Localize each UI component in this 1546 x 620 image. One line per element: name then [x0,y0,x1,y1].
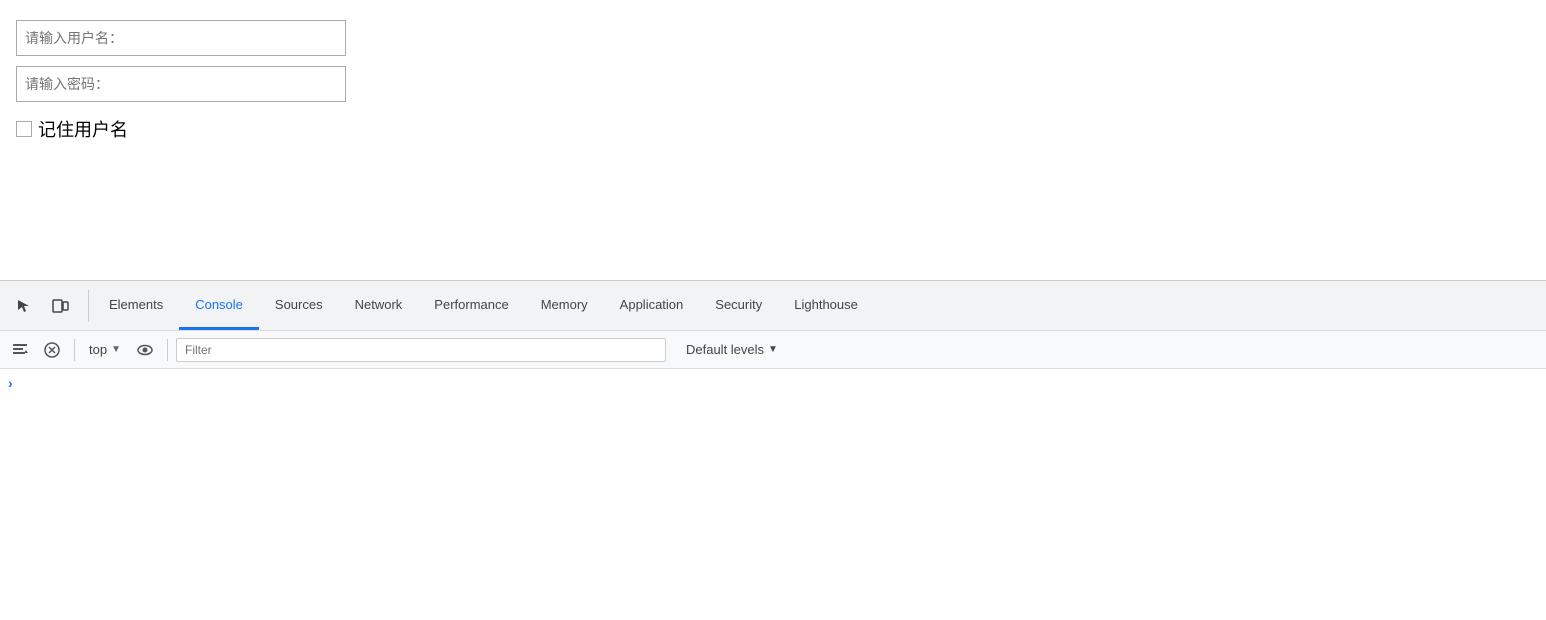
console-divider-1 [74,339,75,361]
username-input[interactable] [16,20,346,56]
page-content: 记住用户名 [0,0,1546,280]
filter-divider [167,339,168,361]
devtools-panel: Elements Console Sources Network Perform… [0,280,1546,620]
console-toolbar: top ▼ Default levels ▼ [0,331,1546,369]
stop-recording-button[interactable] [38,336,66,364]
default-levels-label: Default levels [686,342,764,357]
tab-elements[interactable]: Elements [93,281,179,330]
console-chevron-icon: › [8,375,13,391]
default-levels-arrow-icon: ▼ [768,344,778,355]
tab-performance[interactable]: Performance [418,281,524,330]
tab-lighthouse[interactable]: Lighthouse [778,281,874,330]
tab-security[interactable]: Security [699,281,778,330]
clear-console-button[interactable] [6,336,34,364]
remember-checkbox[interactable] [16,121,32,137]
console-content: › [0,369,1546,620]
inspect-element-button[interactable] [8,290,40,322]
devtools-toolbar: Elements Console Sources Network Perform… [0,281,1546,331]
tab-memory[interactable]: Memory [525,281,604,330]
tab-console[interactable]: Console [179,281,259,330]
devtools-tabs: Elements Console Sources Network Perform… [93,281,1538,330]
tab-application[interactable]: Application [604,281,700,330]
remember-label: 记住用户名 [38,116,128,142]
default-levels-button[interactable]: Default levels ▼ [678,338,786,361]
filter-input[interactable] [176,338,666,362]
context-arrow-icon: ▼ [111,344,121,355]
context-selector[interactable]: top ▼ [83,340,127,359]
password-input[interactable] [16,66,346,102]
devtools-icons [8,290,89,322]
tab-sources[interactable]: Sources [259,281,339,330]
device-toolbar-button[interactable] [44,290,76,322]
context-label: top [89,342,107,357]
live-expressions-button[interactable] [131,336,159,364]
remember-row: 记住用户名 [16,116,1530,142]
tab-network[interactable]: Network [339,281,419,330]
console-prompt-row: › [8,373,1538,393]
